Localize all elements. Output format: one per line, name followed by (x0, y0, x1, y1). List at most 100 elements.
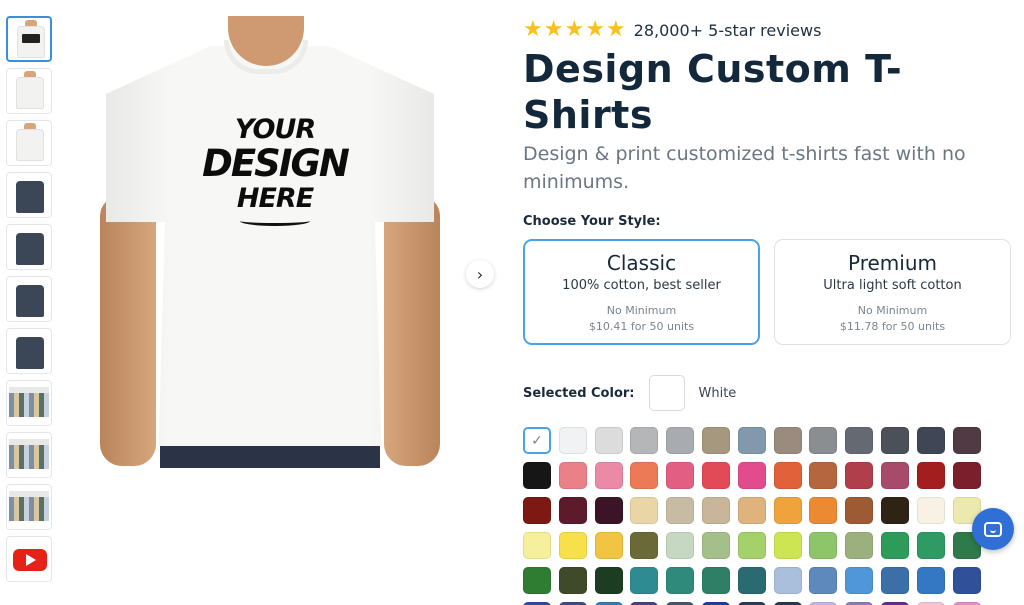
style-name: Premium (848, 251, 937, 275)
color-swatch[interactable] (701, 427, 730, 454)
color-swatch[interactable] (809, 427, 838, 454)
color-swatch[interactable] (666, 532, 695, 559)
color-swatch[interactable] (773, 427, 802, 454)
thumb-side[interactable] (6, 120, 52, 166)
color-swatch[interactable] (594, 462, 623, 489)
style-option-classic[interactable]: Classic 100% cotton, best seller No Mini… (523, 239, 760, 345)
color-swatch[interactable] (737, 532, 766, 559)
color-swatch[interactable] (701, 497, 730, 524)
next-image-button[interactable]: › (466, 260, 494, 288)
star-icon: ★ (523, 17, 543, 42)
thumb-front-design[interactable] (6, 16, 52, 62)
thumb-folded-navy[interactable] (6, 276, 52, 322)
color-swatch[interactable] (630, 497, 659, 524)
color-swatch[interactable] (558, 497, 587, 524)
color-swatch[interactable] (773, 462, 802, 489)
color-swatch[interactable] (916, 532, 945, 559)
color-swatch[interactable] (880, 427, 909, 454)
star-icon: ★ (605, 17, 626, 42)
color-swatch[interactable] (558, 427, 587, 454)
color-swatch[interactable] (880, 462, 909, 489)
thumb-back-navy[interactable] (6, 172, 52, 218)
color-swatch[interactable] (809, 532, 838, 559)
style-description: Ultra light soft cotton (823, 278, 962, 293)
color-swatch[interactable] (845, 532, 874, 559)
color-swatch[interactable] (809, 462, 838, 489)
color-swatch[interactable] (523, 532, 551, 559)
color-swatch[interactable] (666, 497, 695, 524)
design-swoosh (240, 216, 310, 226)
style-name: Classic (606, 251, 677, 275)
model-right-arm (384, 196, 440, 466)
color-swatch[interactable] (952, 462, 981, 489)
color-swatch[interactable] (737, 427, 766, 454)
thumb-flat-navy[interactable] (6, 224, 52, 270)
color-swatch[interactable] (701, 462, 730, 489)
thumb-front[interactable] (6, 68, 52, 114)
thumb-photo-2[interactable] (6, 432, 52, 478)
color-swatch[interactable]: ✓ (523, 427, 551, 454)
color-swatch[interactable] (773, 497, 802, 524)
color-swatch[interactable] (737, 567, 766, 594)
color-swatch[interactable] (630, 427, 659, 454)
color-swatch[interactable] (916, 462, 945, 489)
color-swatch[interactable] (630, 532, 659, 559)
color-swatch[interactable] (773, 567, 802, 594)
color-swatch[interactable] (880, 567, 909, 594)
color-swatch[interactable] (666, 427, 695, 454)
color-swatch[interactable] (630, 462, 659, 489)
color-swatch[interactable] (880, 532, 909, 559)
color-swatch[interactable] (845, 497, 874, 524)
color-swatch[interactable] (701, 567, 730, 594)
style-price: $10.41 for 50 units (588, 320, 695, 333)
style-option-premium[interactable]: Premium Ultra light soft cotton No Minim… (774, 239, 1011, 345)
color-swatch[interactable] (523, 497, 551, 524)
color-swatch[interactable] (558, 462, 587, 489)
color-swatch[interactable] (845, 462, 874, 489)
color-swatch[interactable] (880, 497, 909, 524)
color-swatch[interactable] (916, 567, 945, 594)
color-swatch[interactable] (952, 427, 981, 454)
color-swatch[interactable] (701, 532, 730, 559)
color-swatch[interactable] (845, 427, 874, 454)
color-swatch[interactable] (630, 567, 659, 594)
color-swatch[interactable] (952, 567, 981, 594)
color-swatch[interactable] (523, 462, 551, 489)
design-placeholder: YOUR DESIGN HERE (200, 116, 350, 226)
color-swatch[interactable] (666, 462, 695, 489)
color-swatch[interactable] (558, 532, 587, 559)
thumb-sleeve-navy[interactable] (6, 328, 52, 374)
color-swatch[interactable] (773, 532, 802, 559)
color-swatch[interactable] (666, 567, 695, 594)
thumb-video[interactable] (6, 536, 52, 582)
color-swatch[interactable] (737, 497, 766, 524)
selected-color-preview (648, 375, 685, 411)
thumb-photo-3[interactable] (6, 484, 52, 530)
style-price: $11.78 for 50 units (839, 320, 946, 333)
reviews-summary[interactable]: ★ ★ ★ ★ ★ 28,000+ 5-star reviews (523, 16, 1013, 44)
page-title: Design Custom T-Shirts (523, 47, 903, 137)
model-jeans (160, 446, 380, 468)
star-icon: ★ (543, 17, 564, 42)
color-swatch[interactable] (594, 532, 623, 559)
thumbnail-list (6, 16, 54, 588)
color-swatch[interactable] (594, 497, 623, 524)
color-swatch[interactable] (809, 497, 838, 524)
chat-button[interactable] (972, 508, 1014, 550)
color-swatch[interactable] (916, 427, 945, 454)
chevron-right-icon: › (476, 264, 484, 284)
selected-color-name: White (698, 385, 737, 401)
design-line-2: DESIGN (202, 142, 350, 185)
color-swatch[interactable] (737, 462, 766, 489)
color-swatch[interactable] (523, 567, 551, 594)
color-swatch[interactable] (809, 567, 838, 594)
color-swatch[interactable] (594, 427, 623, 454)
color-swatch[interactable] (916, 497, 945, 524)
color-swatch[interactable] (594, 567, 623, 594)
selected-color-label: Selected Color: (523, 385, 635, 401)
star-icon: ★ (564, 17, 585, 42)
thumb-photo-1[interactable] (6, 380, 52, 426)
color-swatch[interactable] (845, 567, 874, 594)
color-swatch[interactable] (558, 567, 587, 594)
color-swatch-grid: ✓ (523, 427, 1013, 605)
